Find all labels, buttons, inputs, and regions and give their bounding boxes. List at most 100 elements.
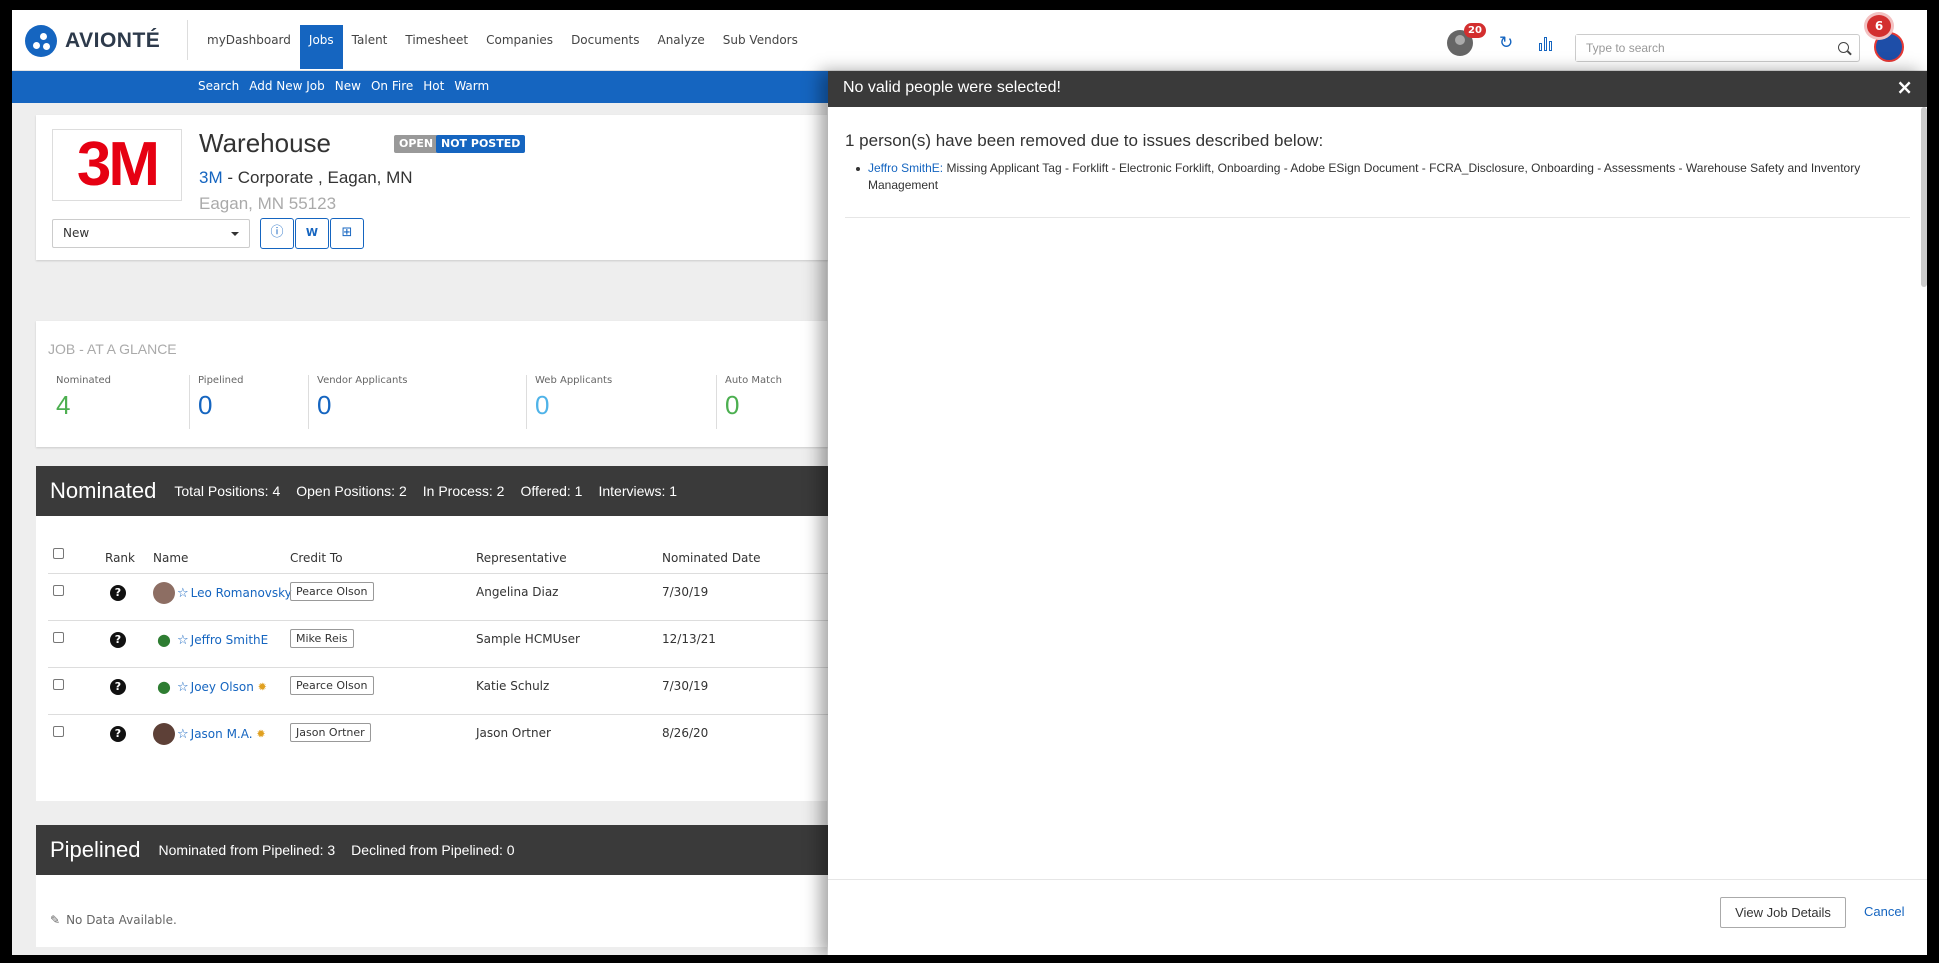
avionte-logo[interactable]: AVIONTÉ [25, 25, 160, 57]
nav-sub-vendors[interactable]: Sub Vendors [714, 25, 807, 69]
metric-vendor-applicants[interactable]: Vendor Applicants 0 [308, 375, 408, 429]
nominated-date: 7/30/19 [662, 679, 709, 693]
subnav-new[interactable]: New [335, 79, 361, 93]
candidate-name-link[interactable]: Jeffro SmithE [191, 633, 269, 647]
company-logo: 3M [52, 129, 182, 201]
issue-description: Missing Applicant Tag - Forklift - Elect… [868, 161, 1861, 192]
word-doc-button[interactable]: W [295, 218, 329, 249]
metric-label: Auto Match [725, 375, 782, 386]
nav-timesheet[interactable]: Timesheet [396, 25, 477, 69]
open-status-tag: OPEN [394, 135, 439, 153]
divider [187, 20, 188, 60]
nominated-date: 7/30/19 [662, 585, 709, 599]
metric-pipelined[interactable]: Pipelined 0 [189, 375, 243, 429]
refresh-icon[interactable]: ↻ [1499, 35, 1513, 52]
representative: Sample HCMUser [476, 632, 580, 646]
rank-question-icon[interactable]: ? [110, 679, 126, 695]
metric-nominated[interactable]: Nominated 4 [48, 375, 111, 429]
col-rank[interactable]: Rank [105, 551, 135, 565]
col-nominated-date[interactable]: Nominated Date [662, 551, 761, 565]
job-title: Warehouse [199, 128, 331, 158]
nav-analyze[interactable]: Analyze [648, 25, 713, 69]
issue-person-link[interactable]: Jeffro SmithE: [868, 161, 943, 175]
nav-talent[interactable]: Talent [343, 25, 397, 69]
close-icon[interactable]: × [1896, 75, 1913, 99]
nominated-date: 8/26/20 [662, 726, 709, 740]
star-icon[interactable]: ☆ [177, 680, 189, 695]
row-checkbox[interactable] [53, 585, 64, 596]
subnav-hot[interactable]: Hot [423, 79, 444, 93]
modal-header: No valid people were selected! × [828, 71, 1927, 107]
alert-count-badge[interactable]: 6 [1867, 15, 1891, 37]
info-button[interactable]: ⓘ [260, 218, 294, 249]
person-icon: ● [153, 629, 175, 651]
nav-companies[interactable]: Companies [477, 25, 562, 69]
search-icon[interactable] [1838, 42, 1849, 53]
pipelined-header: Pipelined Nominated from Pipelined: 3 De… [36, 825, 836, 875]
search-input[interactable] [1576, 35, 1816, 61]
word-doc-icon: W [305, 226, 319, 239]
company-link[interactable]: 3M [199, 168, 223, 187]
table-row[interactable]: ? ☆ Jason M.A. ✹ Jason Ortner Jason Ortne… [48, 714, 828, 761]
stat-offered: Offered: 1 [520, 483, 583, 499]
stat-nominated-from-pipelined: Nominated from Pipelined: 3 [158, 842, 336, 858]
candidate-name-link[interactable]: Jason M.A. [191, 727, 253, 741]
table-row[interactable]: ? ● ☆ Joey Olson ✹ Pearce Olson Katie Schu… [48, 667, 828, 714]
credit-to-badge: Jason Ortner [290, 723, 371, 742]
table-row[interactable]: ? ● ☆ Jeffro SmithE Mike Reis Sample HCMUs… [48, 620, 828, 667]
divider [845, 217, 1910, 218]
job-at-a-glance: JOB - AT A GLANCE Nominated 4 Pipelined … [36, 321, 836, 447]
panel-title: Nominated [50, 478, 157, 503]
bar-chart-icon[interactable] [1539, 36, 1552, 51]
subnav-on-fire[interactable]: On Fire [371, 79, 413, 93]
candidate-name-link[interactable]: Joey Olson [191, 680, 254, 694]
rank-question-icon[interactable]: ? [110, 585, 126, 601]
nav-documents[interactable]: Documents [562, 25, 648, 69]
stat-in-process: In Process: 2 [422, 483, 505, 499]
cancel-link[interactable]: Cancel [1864, 904, 1904, 919]
representative: Katie Schulz [476, 679, 550, 693]
star-icon[interactable]: ☆ [177, 586, 189, 601]
metric-label: Web Applicants [535, 375, 613, 386]
row-checkbox[interactable] [53, 632, 64, 643]
nominated-date: 12/13/21 [662, 632, 716, 646]
view-job-details-button[interactable]: View Job Details [1720, 897, 1846, 928]
validation-modal: No valid people were selected! × 1 perso… [828, 71, 1927, 955]
star-icon[interactable]: ☆ [177, 633, 189, 648]
subnav-search[interactable]: Search [198, 79, 239, 93]
select-all-checkbox[interactable] [53, 548, 64, 559]
subnav-add-new-job[interactable]: Add New Job [249, 79, 325, 93]
star-icon[interactable]: ☆ [177, 727, 189, 742]
row-checkbox[interactable] [53, 726, 64, 737]
metric-label: Pipelined [198, 375, 244, 386]
notification-count-badge: 20 [1464, 23, 1486, 38]
nav-mydashboard[interactable]: myDashboard [198, 25, 300, 69]
brand-name: AVIONTÉ [65, 29, 161, 52]
modal-scrollbar[interactable] [1921, 107, 1927, 287]
metric-auto-match[interactable]: Auto Match 0 [716, 375, 782, 429]
stat-open-positions: Open Positions: 2 [296, 483, 407, 499]
row-checkbox[interactable] [53, 679, 64, 690]
briefcase-button[interactable]: ⊞ [330, 218, 364, 249]
job-company: 3M - Corporate , Eagan, MN [199, 168, 413, 188]
modal-footer: View Job Details Cancel [828, 879, 1927, 955]
col-representative[interactable]: Representative [476, 551, 567, 565]
job-address: Eagan, MN 55123 [199, 194, 337, 213]
pipelined-panel: Pipelined Nominated from Pipelined: 3 De… [36, 825, 836, 947]
nav-jobs[interactable]: Jobs [299, 25, 343, 69]
job-status-select[interactable]: New [52, 219, 250, 248]
no-data-message: ✎ No Data Available. [50, 913, 177, 927]
col-name[interactable]: Name [153, 551, 188, 565]
rank-question-icon[interactable]: ? [110, 726, 126, 742]
candidate-name-link[interactable]: Leo Romanovsky [191, 586, 292, 600]
company-location: - Corporate , Eagan, MN [222, 168, 413, 187]
metric-web-applicants[interactable]: Web Applicants 0 [526, 375, 612, 429]
issue-list-item: Jeffro SmithE: Missing Applicant Tag - F… [856, 160, 1908, 194]
subnav-warm[interactable]: Warm [454, 79, 489, 93]
avionte-logo-mark [25, 25, 57, 57]
person-icon: ● [153, 676, 175, 698]
rank-question-icon[interactable]: ? [110, 632, 126, 648]
table-row[interactable]: ? ☆ Leo Romanovsky Pearce Olson Angelina … [48, 573, 828, 620]
sun-icon: ✹ [257, 680, 267, 694]
col-credit-to[interactable]: Credit To [290, 551, 343, 565]
